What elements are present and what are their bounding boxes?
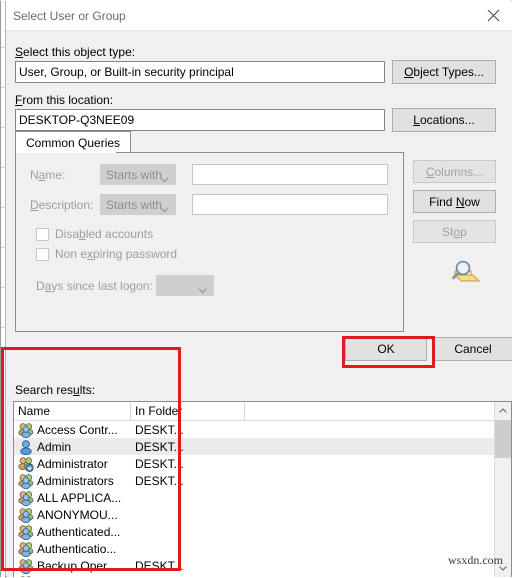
row-in-folder: DESKT... [135, 473, 184, 488]
table-row[interactable]: ALL APPLICA... [14, 489, 511, 506]
row-name: ALL APPLICA... [37, 490, 122, 505]
checkbox-box [36, 227, 49, 241]
tab-strip: Common Queries [15, 131, 404, 153]
title-bar: Select User or Group [6, 1, 512, 31]
group-icon [18, 541, 34, 557]
window-title: Select User or Group [13, 9, 126, 23]
group-icon [18, 558, 34, 574]
vertical-scrollbar[interactable] [494, 402, 511, 577]
checkbox-box [36, 247, 49, 261]
listview-header: Name In Folder [14, 402, 511, 421]
query-name-condition-select[interactable]: Starts with [100, 164, 176, 185]
watermark: wsxdn.com [448, 553, 503, 567]
scrollbar-thumb[interactable] [495, 420, 511, 458]
table-row[interactable]: Authenticated... [14, 523, 511, 540]
column-header-name[interactable]: Name [14, 402, 131, 420]
query-description-label: Description: [30, 198, 94, 212]
select-user-or-group-dialog: Select User or Group Select this object … [0, 0, 512, 578]
location-label: From this location: [15, 93, 114, 107]
row-in-folder: DESKT... [135, 558, 184, 573]
object-type-field[interactable]: User, Group, or Built-in security princi… [15, 61, 385, 83]
find-now-button[interactable]: Find Now [413, 190, 496, 213]
group-icon [18, 490, 34, 506]
group-icon [18, 422, 34, 438]
object-types-button[interactable]: Object Types... [392, 60, 496, 84]
search-results-label: Search results: [15, 383, 96, 397]
row-name: Access Contr... [37, 422, 118, 437]
disabled-accounts-label: Disabled accounts [55, 227, 154, 241]
user-icon [18, 439, 34, 455]
ok-button-label: OK [377, 342, 395, 356]
column-header-in-folder[interactable]: In Folder [131, 402, 245, 420]
disabled-accounts-checkbox[interactable]: Disabled accounts [36, 227, 153, 241]
row-name: Authenticated... [37, 524, 121, 539]
common-queries-panel: Name: Starts with Description: Starts wi… [15, 152, 404, 332]
row-name: Administrators [37, 473, 114, 488]
location-value: DESKTOP-Q3NEE09 [19, 113, 135, 127]
table-row[interactable]: Backup Oper... DESKT... [14, 557, 511, 574]
row-name: ANONYMOU... [37, 507, 118, 522]
columns-button[interactable]: Columns... [413, 160, 496, 183]
row-in-folder: DESKT... [135, 422, 184, 437]
stop-button[interactable]: Stop [413, 220, 496, 243]
table-row[interactable]: Admin DESKT... [14, 438, 511, 455]
table-row[interactable]: ANONYMOU... [14, 506, 511, 523]
scroll-up-icon[interactable] [495, 402, 511, 419]
group-down-icon [18, 456, 34, 472]
non-expiring-password-checkbox[interactable]: Non expiring password [36, 247, 177, 261]
cancel-button-label: Cancel [454, 342, 492, 356]
tab-common-queries[interactable]: Common Queries [15, 131, 132, 153]
table-row[interactable]: Authenticatio... [14, 540, 511, 557]
days-since-last-logon-label: Days since last logon: [36, 279, 153, 293]
object-type-label: Select this object type: [15, 45, 136, 59]
ok-button[interactable]: OK [345, 337, 427, 361]
group-icon [18, 524, 34, 540]
group-icon [18, 507, 34, 523]
group-icon [18, 473, 34, 489]
query-name-condition-value: Starts with [106, 167, 163, 182]
non-expiring-password-label: Non expiring password [55, 247, 178, 261]
row-name: Backup Oper... [37, 558, 117, 573]
days-since-last-logon-select[interactable] [156, 275, 214, 296]
query-description-condition-select[interactable]: Starts with [100, 194, 176, 215]
row-in-folder: DESKT... [135, 439, 184, 454]
close-icon[interactable] [473, 1, 512, 30]
location-field[interactable]: DESKTOP-Q3NEE09 [15, 109, 385, 131]
row-name: Admin [37, 439, 72, 454]
query-name-label: Name: [30, 168, 66, 182]
row-name: Administrator [37, 456, 108, 471]
tab-common-queries-label: Common Queries [26, 135, 121, 150]
dialog-body: Select this object type: User, Group, or… [7, 31, 512, 577]
query-name-input[interactable] [192, 164, 388, 185]
table-row[interactable]: Administrator DESKT... [14, 455, 511, 472]
chevron-down-icon [198, 283, 207, 297]
cancel-button[interactable]: Cancel [432, 337, 512, 361]
query-description-condition-value: Starts with [106, 197, 163, 212]
background-window-edge [1, 1, 6, 578]
search-folder-icon [447, 257, 483, 289]
locations-button[interactable]: Locations... [392, 108, 496, 132]
chevron-down-icon [160, 202, 169, 216]
table-row[interactable]: Access Contr... DESKT... [14, 421, 511, 438]
row-name: Authenticatio... [37, 541, 117, 556]
row-in-folder: DESKT... [135, 456, 184, 471]
table-row[interactable]: Administrators DESKT... [14, 472, 511, 489]
listview-rows: Access Contr... DESKT... Admin DESKT... Admi… [14, 421, 511, 577]
object-type-value: User, Group, or Built-in security princi… [19, 65, 234, 79]
query-description-input[interactable] [192, 194, 388, 215]
search-results-listview[interactable]: Name In Folder Access Contr... DESKT... Ad… [13, 401, 512, 577]
chevron-down-icon [160, 172, 169, 186]
